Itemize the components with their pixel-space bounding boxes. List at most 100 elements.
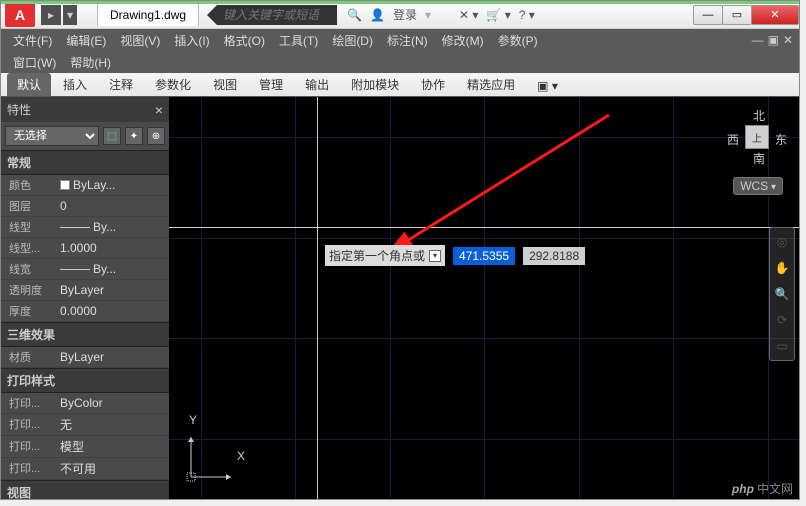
document-tab[interactable]: Drawing1.dwg	[97, 3, 199, 26]
property-row[interactable]: 线型...1.0000	[1, 238, 169, 259]
property-row[interactable]: 打印...不可用	[1, 458, 169, 480]
coord-y-input[interactable]: 292.8188	[523, 247, 585, 265]
ribbon-tab-collaborate[interactable]: 协作	[411, 73, 455, 96]
menu-tools[interactable]: 工具(T)	[273, 30, 324, 51]
ribbon-tab-addins[interactable]: 附加模块	[341, 73, 409, 96]
crosshair-vertical	[317, 97, 318, 499]
menu-dimension[interactable]: 标注(N)	[381, 30, 434, 51]
navigation-bar: ◎ ✋ 🔍 ⟳ ▭	[769, 227, 795, 361]
property-row[interactable]: 颜色ByLay...	[1, 175, 169, 196]
drawing-canvas[interactable]: 指定第一个角点或 ▾ 471.5355 292.8188 X Y 北 南 东 西…	[169, 97, 799, 499]
properties-title: 特性	[7, 101, 31, 118]
menu-help[interactable]: 帮助(H)	[64, 52, 117, 73]
menu-modify[interactable]: 修改(M)	[436, 30, 490, 51]
menu-edit[interactable]: 编辑(E)	[60, 30, 112, 51]
viewcube[interactable]: 北 南 东 西 上	[727, 107, 787, 167]
property-key: 打印...	[5, 460, 60, 477]
ribbon-expand-icon[interactable]: ▣ ▾	[527, 76, 568, 96]
properties-close-icon[interactable]: ×	[155, 102, 163, 118]
menu-file[interactable]: 文件(F)	[7, 30, 58, 51]
minimize-button[interactable]: —	[693, 5, 723, 25]
section-general[interactable]: 常规	[1, 150, 169, 175]
property-value[interactable]: By...	[60, 219, 165, 235]
property-value[interactable]: 无	[60, 416, 165, 433]
pickadd-icon[interactable]: ⊕	[147, 127, 165, 145]
property-row[interactable]: 图层0	[1, 196, 169, 217]
property-value[interactable]: ByLay...	[60, 177, 165, 193]
property-row[interactable]: 打印...模型	[1, 436, 169, 458]
search-icon[interactable]: 🔍	[347, 8, 362, 22]
nav-orbit-icon[interactable]: ⟳	[772, 310, 792, 330]
selection-dropdown[interactable]: 无选择	[5, 126, 99, 146]
section-3d[interactable]: 三维效果	[1, 322, 169, 347]
property-row[interactable]: 材质ByLayer	[1, 347, 169, 368]
axis-x-label: X	[237, 449, 245, 463]
property-value[interactable]: By...	[60, 261, 165, 277]
crosshair-horizontal	[169, 227, 799, 228]
property-value[interactable]: ByLayer	[60, 282, 165, 298]
selectobj-icon[interactable]: ✦	[125, 127, 143, 145]
property-row[interactable]: 透明度ByLayer	[1, 280, 169, 301]
viewcube-top[interactable]: 上	[745, 125, 769, 149]
coord-x-input[interactable]: 471.5355	[453, 247, 515, 265]
menu-parametric[interactable]: 参数(P)	[492, 30, 544, 51]
nav-zoom-icon[interactable]: 🔍	[772, 284, 792, 304]
property-value[interactable]: 1.0000	[60, 240, 165, 256]
help-icon[interactable]: ? ▾	[519, 8, 535, 22]
ribbon-tab-insert[interactable]: 插入	[53, 73, 97, 96]
property-key: 打印...	[5, 395, 60, 411]
property-row[interactable]: 线型By...	[1, 217, 169, 238]
menu-insert[interactable]: 插入(I)	[168, 30, 215, 51]
ribbon-tab-parametric[interactable]: 参数化	[145, 73, 201, 96]
app-icon[interactable]: A	[5, 3, 35, 27]
property-row[interactable]: 打印...无	[1, 414, 169, 436]
property-row[interactable]: 线宽By...	[1, 259, 169, 280]
ribbon-tab-featured[interactable]: 精选应用	[457, 73, 525, 96]
menu-format[interactable]: 格式(O)	[218, 30, 271, 51]
menu-draw[interactable]: 绘图(D)	[326, 30, 379, 51]
doc-close-icon[interactable]: ✕	[783, 33, 793, 47]
cart-icon[interactable]: 🛒 ▾	[486, 8, 510, 22]
property-value[interactable]: 不可用	[60, 460, 165, 477]
wcs-badge[interactable]: WCS ▾	[733, 177, 783, 195]
doc-restore-icon[interactable]: ▣	[768, 33, 779, 47]
ribbon-tab-annotate[interactable]: 注释	[99, 73, 143, 96]
property-value[interactable]: 0	[60, 198, 165, 214]
doc-minimize-icon[interactable]: —	[752, 33, 764, 47]
property-value[interactable]: 0.0000	[60, 303, 165, 319]
search-input[interactable]	[217, 5, 337, 25]
section-plot[interactable]: 打印样式	[1, 368, 169, 393]
nav-wheel-icon[interactable]: ◎	[772, 232, 792, 252]
property-value[interactable]: ByLayer	[60, 349, 165, 365]
section-view[interactable]: 视图	[1, 480, 169, 499]
close-button[interactable]: ✕	[751, 5, 799, 25]
qat-open-icon[interactable]: ▸	[41, 5, 61, 25]
property-value[interactable]: 模型	[60, 438, 165, 455]
west-label: 西	[727, 131, 739, 148]
ribbon-tab-view[interactable]: 视图	[203, 73, 247, 96]
annotation-arrow-icon	[359, 107, 619, 267]
properties-panel: 特性 × 无选择 ⬚ ✦ ⊕ 常规 颜色ByLay...图层0线型By...线型…	[1, 97, 169, 499]
property-row[interactable]: 厚度0.0000	[1, 301, 169, 322]
menu-view[interactable]: 视图(V)	[114, 30, 166, 51]
user-icon[interactable]: 👤	[370, 8, 385, 22]
qat-dropdown-icon[interactable]: ▾	[63, 5, 77, 25]
nav-showmotion-icon[interactable]: ▭	[772, 336, 792, 356]
maximize-button[interactable]: ▭	[722, 5, 752, 25]
quickselect-icon[interactable]: ⬚	[103, 127, 121, 145]
titlebar: A ▸ ▾ Drawing1.dwg 🔍 👤 登录 ▾ ✕ ▾ 🛒 ▾ ? ▾ …	[1, 1, 799, 29]
prompt-dropdown-icon[interactable]: ▾	[429, 250, 441, 262]
exchange-icon[interactable]: ✕ ▾	[459, 8, 478, 22]
login-link[interactable]: 登录	[393, 6, 417, 23]
property-value[interactable]: ByColor	[60, 395, 165, 411]
ribbon-tab-manage[interactable]: 管理	[249, 73, 293, 96]
nav-pan-icon[interactable]: ✋	[772, 258, 792, 278]
ribbon-tab-default[interactable]: 默认	[7, 73, 51, 96]
ribbon-tabs: 默认 插入 注释 参数化 视图 管理 输出 附加模块 协作 精选应用 ▣ ▾	[1, 73, 799, 97]
menu-window[interactable]: 窗口(W)	[7, 52, 62, 73]
property-row[interactable]: 打印...ByColor	[1, 393, 169, 414]
menubar: 文件(F) 编辑(E) 视图(V) 插入(I) 格式(O) 工具(T) 绘图(D…	[1, 29, 799, 51]
property-key: 图层	[5, 198, 60, 214]
south-label: 南	[753, 150, 765, 167]
ribbon-tab-output[interactable]: 输出	[295, 73, 339, 96]
